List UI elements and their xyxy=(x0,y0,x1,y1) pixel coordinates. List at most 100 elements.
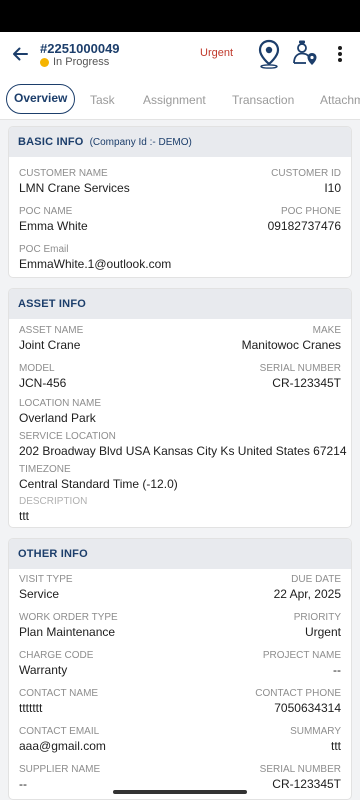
serial-number-label: SERIAL NUMBER xyxy=(259,363,341,374)
technician-location-icon xyxy=(293,40,317,65)
poc-phone-field: POC PHONE 09182737476 xyxy=(268,206,341,234)
work-order-type-label: WORK ORDER TYPE xyxy=(19,612,118,623)
timezone-value: Central Standard Time (-12.0) xyxy=(19,477,178,491)
poc-phone-value[interactable]: 09182737476 xyxy=(268,219,341,234)
other-info-header: OTHER INFO xyxy=(9,539,351,569)
contact-name-value: ttttttt xyxy=(19,701,43,715)
poc-phone-label: POC PHONE xyxy=(280,206,341,217)
serial-number-value: CR-123345T xyxy=(272,376,341,390)
poc-email-label: POC Email xyxy=(19,244,69,255)
service-location-label: SERVICE LOCATION xyxy=(19,431,116,442)
other-serial-number-label: SERIAL NUMBER xyxy=(259,764,341,775)
charge-code-label: CHARGE CODE xyxy=(19,650,94,661)
due-date-field: DUE DATE 22 Apr, 2025 xyxy=(274,574,341,602)
arrow-left-icon xyxy=(13,47,28,61)
visit-type-label: VISIT TYPE xyxy=(19,574,73,585)
more-options-button[interactable] xyxy=(332,43,348,65)
other-serial-number-field: SERIAL NUMBER CR-123345T xyxy=(260,764,341,792)
tab-attachments[interactable]: Attachm xyxy=(320,86,360,114)
customer-id-label: CUSTOMER ID xyxy=(271,168,341,179)
customer-id-field: CUSTOMER ID I10 xyxy=(271,168,341,196)
work-order-status: In Progress xyxy=(40,56,109,68)
contact-phone-label: CONTACT PHONE xyxy=(255,688,341,699)
location-button[interactable] xyxy=(256,39,282,69)
make-field: MAKE Manitowoc Cranes xyxy=(242,325,341,353)
make-value: Manitowoc Cranes xyxy=(241,338,341,352)
description-field: DESCRIPTION ttt xyxy=(19,496,87,524)
summary-value: ttt xyxy=(330,739,341,753)
charge-code-field: CHARGE CODE Warranty xyxy=(19,650,93,678)
priority-badge: Urgent xyxy=(200,47,234,59)
customer-name-label: CUSTOMER NAME xyxy=(19,168,108,179)
location-name-field: LOCATION NAME Overland Park xyxy=(19,398,101,426)
location-name-value: Overland Park xyxy=(19,411,96,425)
location-name-label: LOCATION NAME xyxy=(19,398,102,409)
visit-type-field: VISIT TYPE Service xyxy=(19,574,73,602)
summary-field: SUMMARY ttt xyxy=(290,726,341,754)
basic-info-title: BASIC INFO xyxy=(18,136,84,148)
tab-bar: Overview Task Assignment Transaction Att… xyxy=(0,78,360,120)
due-date-label: DUE DATE xyxy=(291,574,341,585)
asset-info-card: ASSET INFO ASSET NAME Joint Crane MAKE M… xyxy=(8,288,352,528)
poc-name-label: POC NAME xyxy=(19,206,73,217)
technician-location-button[interactable] xyxy=(291,39,319,69)
contact-email-value[interactable]: aaa@gmail.com xyxy=(19,739,106,754)
work-order-type-value: Plan Maintenance xyxy=(19,625,116,639)
visit-type-value: Service xyxy=(19,587,60,601)
model-value: JCN-456 xyxy=(19,376,67,390)
map-pin-icon xyxy=(258,39,280,69)
due-date-value: 22 Apr, 2025 xyxy=(273,587,341,601)
contact-name-label: CONTACT NAME xyxy=(19,688,99,699)
supplier-name-label: SUPPLIER NAME xyxy=(19,764,101,775)
asset-name-value: Joint Crane xyxy=(19,338,81,352)
supplier-name-field: SUPPLIER NAME -- xyxy=(19,764,100,792)
status-dot-icon xyxy=(40,57,49,67)
tab-task[interactable]: Task xyxy=(90,86,115,114)
home-indicator[interactable] xyxy=(113,790,247,794)
model-label: MODEL xyxy=(19,363,55,374)
model-field: MODEL JCN-456 xyxy=(19,363,66,391)
project-name-label: PROJECT NAME xyxy=(262,650,341,661)
timezone-label: TIMEZONE xyxy=(19,464,71,475)
asset-name-label: ASSET NAME xyxy=(19,325,84,336)
back-button[interactable] xyxy=(6,40,34,68)
poc-email-field: POC Email EmmaWhite.1@outlook.com xyxy=(19,244,171,272)
contact-phone-field: CONTACT PHONE 7050634314 xyxy=(255,688,341,716)
description-value: ttt xyxy=(19,509,30,523)
contact-phone-value[interactable]: 7050634314 xyxy=(255,701,341,716)
serial-number-field: SERIAL NUMBER CR-123345T xyxy=(260,363,341,391)
asset-info-header: ASSET INFO xyxy=(9,289,351,319)
tab-assignment[interactable]: Assignment xyxy=(143,86,206,114)
company-id: (Company Id :- DEMO) xyxy=(89,136,192,148)
priority-label: PRIORITY xyxy=(293,612,341,623)
project-name-value: -- xyxy=(333,663,341,677)
asset-info-title: ASSET INFO xyxy=(18,298,87,310)
priority-field: PRIORITY Urgent xyxy=(294,612,341,640)
poc-name-value: Emma White xyxy=(19,219,88,233)
work-order-type-field: WORK ORDER TYPE Plan Maintenance xyxy=(19,612,118,640)
service-location-value: 202 Broadway Blvd USA Kansas City Ks Uni… xyxy=(19,444,347,458)
app-bar: #2251000049 In Progress Urgent xyxy=(0,32,360,78)
basic-info-header: BASIC INFO (Company Id :- DEMO) xyxy=(9,127,351,157)
customer-name-field: CUSTOMER NAME LMN Crane Services xyxy=(19,168,130,196)
timezone-field: TIMEZONE Central Standard Time (-12.0) xyxy=(19,464,178,492)
customer-id-value: I10 xyxy=(324,181,341,195)
contact-name-field: CONTACT NAME ttttttt xyxy=(19,688,98,716)
charge-code-value: Warranty xyxy=(19,663,68,677)
tab-transaction[interactable]: Transaction xyxy=(232,86,294,114)
service-location-field: SERVICE LOCATION 202 Broadway Blvd USA K… xyxy=(19,431,347,459)
poc-name-field: POC NAME Emma White xyxy=(19,206,88,234)
summary-label: SUMMARY xyxy=(290,726,341,737)
project-name-field: PROJECT NAME -- xyxy=(263,650,341,678)
make-label: MAKE xyxy=(312,325,341,336)
contact-email-field: CONTACT EMAIL aaa@gmail.com xyxy=(19,726,106,754)
supplier-name-value: -- xyxy=(19,777,27,791)
work-order-number: #2251000049 xyxy=(40,41,120,56)
tab-overview[interactable]: Overview xyxy=(6,84,76,114)
more-vertical-icon xyxy=(338,46,342,62)
system-status-bar xyxy=(0,0,360,32)
asset-name-field: ASSET NAME Joint Crane xyxy=(19,325,83,353)
other-info-card: OTHER INFO VISIT TYPE Service DUE DATE 2… xyxy=(8,538,352,800)
poc-email-value[interactable]: EmmaWhite.1@outlook.com xyxy=(19,257,171,272)
basic-info-card: BASIC INFO (Company Id :- DEMO) CUSTOMER… xyxy=(8,126,352,278)
